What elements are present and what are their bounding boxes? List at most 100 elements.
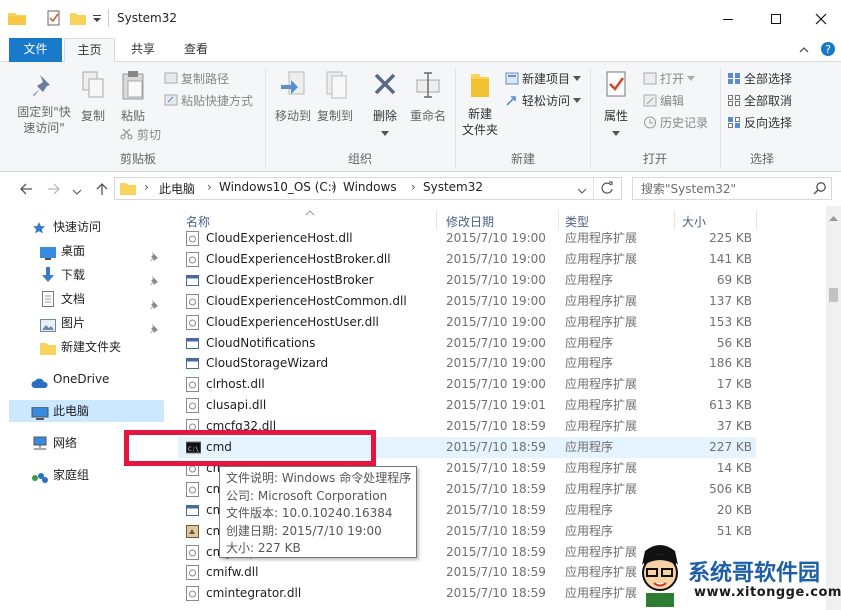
tooltip-company: 公司: Microsoft Corporation (226, 488, 388, 503)
network-icon (31, 436, 49, 451)
file-name: cmintegrator.dll (206, 586, 302, 601)
rename-button[interactable]: 重命名 (406, 70, 450, 124)
search-icon[interactable] (813, 181, 827, 195)
open-button[interactable]: 打开 (643, 70, 696, 87)
tab-share[interactable]: 共享 (118, 38, 168, 62)
address-dropdown-icon[interactable] (577, 184, 587, 194)
pin-icon[interactable] (149, 246, 159, 262)
select-all-button[interactable]: 全部选择 (727, 70, 792, 87)
breadcrumb-windows[interactable]: Windows (343, 180, 397, 194)
tab-file[interactable]: 文件 (9, 38, 62, 62)
nav-label: 下载 (61, 268, 86, 282)
pin-label: 固定到"快速访问" (17, 105, 71, 135)
back-arrow-icon[interactable] (18, 182, 34, 196)
copy-button[interactable]: 复制 (76, 70, 110, 124)
pin-icon[interactable] (149, 294, 159, 310)
dll-file-icon (186, 481, 199, 497)
navigation-pane: 快速访问 桌面 下载 文档 图片 新建文件夹 OneDrive 此电脑 网络 家… (0, 206, 170, 610)
refresh-icon[interactable] (600, 181, 614, 195)
delete-button[interactable]: 删除 (366, 70, 404, 136)
copy-path-button[interactable]: 复制路径 (164, 70, 229, 87)
svg-text:?: ? (825, 43, 831, 56)
scroll-up-icon[interactable] (829, 210, 838, 221)
nav-documents[interactable]: 文档 (0, 288, 164, 310)
pin-icon (31, 72, 57, 100)
file-row[interactable]: clusapi.dll 2015/7/10 19:01 应用程序扩展 613 KB (178, 395, 756, 416)
file-row[interactable]: CloudExperienceHostCommon.dll 2015/7/10 1… (178, 291, 756, 312)
file-row[interactable]: CloudExperienceHostBroker 2015/7/10 19:00… (178, 270, 756, 291)
tab-home[interactable]: 主页 (64, 38, 115, 63)
new-item-button[interactable]: 新建项目 (505, 70, 582, 87)
breadcrumb-separator-icon[interactable]: › (331, 180, 336, 194)
invert-selection-button[interactable]: 反向选择 (727, 114, 792, 131)
properties-dropdown-icon[interactable] (612, 125, 620, 136)
properties-button[interactable]: 属性 (596, 70, 636, 136)
app-file-icon (186, 336, 199, 351)
file-row[interactable]: CloudExperienceHost.dll 2015/7/10 19:00 应用… (178, 228, 756, 249)
minimize-icon[interactable] (718, 10, 738, 28)
file-row[interactable]: clrhost.dll 2015/7/10 19:00 应用程序扩展 17 KB (178, 374, 756, 395)
nav-pictures[interactable]: 图片 (0, 312, 164, 334)
paste-button[interactable]: 粘贴 (114, 70, 152, 124)
breadcrumb-system32[interactable]: System32 (423, 180, 483, 194)
computer-icon (31, 405, 49, 420)
file-row[interactable]: CloudStorageWizard 2015/7/10 19:00 应用程序 186… (178, 353, 756, 374)
paste-shortcut-button[interactable]: 粘贴快捷方式 (164, 92, 253, 109)
easy-access-dropdown-icon[interactable] (573, 93, 582, 103)
breadcrumb-this-pc[interactable]: 此电脑 (159, 180, 195, 197)
breadcrumb-separator-icon[interactable]: › (144, 180, 149, 194)
easy-access-button[interactable]: 轻松访问 (505, 92, 582, 109)
dll-file-icon (186, 293, 199, 309)
copy-to-button[interactable]: 复制到 (314, 70, 356, 124)
breadcrumb-separator-icon[interactable]: › (207, 180, 212, 194)
close-icon[interactable] (811, 10, 831, 28)
watermark-brand: 系统哥软件园 (688, 561, 821, 586)
search-box[interactable]: 搜索"System32" (632, 177, 832, 200)
homegroup-icon (31, 469, 49, 483)
edit-button[interactable]: 编辑 (643, 92, 684, 109)
pin-quick-access-button[interactable]: 固定到"快速访问" (12, 72, 76, 136)
file-row[interactable]: CloudNotifications 2015/7/10 19:00 应用程序 56 … (178, 333, 756, 354)
new-folder-button[interactable]: 新建 文件夹 (458, 70, 502, 138)
new-folder-quick-icon[interactable] (70, 11, 86, 25)
scroll-thumb[interactable] (829, 288, 838, 302)
forward-arrow-icon[interactable] (46, 182, 62, 196)
file-row[interactable]: CloudExperienceHostBroker.dll 2015/7/10 1… (178, 249, 756, 270)
delete-dropdown-icon[interactable] (381, 125, 389, 136)
file-size: 227 KB (709, 440, 752, 454)
search-input[interactable]: 搜索"System32" (641, 180, 736, 197)
collapse-ribbon-icon[interactable] (798, 44, 810, 56)
nav-new-folder[interactable]: 新建文件夹 (0, 336, 164, 358)
nav-this-pc[interactable]: 此电脑 (9, 400, 164, 422)
file-date: 2015/7/10 19:00 (446, 251, 546, 266)
nav-homegroup[interactable]: 家庭组 (0, 464, 164, 486)
help-icon[interactable]: ? (820, 41, 836, 57)
cut-button[interactable]: 剪切 (120, 126, 161, 143)
new-item-dropdown-icon[interactable] (573, 71, 582, 81)
file-row[interactable]: CloudExperienceHostUser.dll 2015/7/10 19:… (178, 312, 756, 333)
open-dropdown-icon[interactable] (687, 71, 696, 81)
pin-icon[interactable] (149, 270, 159, 286)
nav-quick-access[interactable]: 快速访问 (0, 216, 164, 238)
maximize-icon[interactable] (766, 10, 786, 28)
pin-icon[interactable] (149, 318, 159, 334)
breadcrumb-drive[interactable]: Windows10_OS (C:) (219, 180, 337, 194)
properties-quick-icon[interactable] (46, 10, 62, 26)
breadcrumb-separator-icon[interactable]: › (411, 180, 416, 194)
move-to-button[interactable]: 移动到 (272, 70, 314, 124)
address-bar[interactable]: › 此电脑 › Windows10_OS (C:) › Windows › Sy… (114, 177, 622, 200)
recent-locations-icon[interactable] (72, 185, 82, 195)
nav-label: 图片 (61, 316, 86, 330)
quick-access-dropdown-icon[interactable] (92, 13, 102, 23)
nav-onedrive[interactable]: OneDrive (0, 368, 164, 390)
up-arrow-icon[interactable] (94, 181, 110, 197)
file-name: CloudExperienceHostUser.dll (206, 314, 379, 329)
nav-desktop[interactable]: 桌面 (0, 240, 164, 262)
history-button[interactable]: 历史记录 (643, 114, 708, 131)
nav-downloads[interactable]: 下载 (0, 264, 164, 286)
file-type: 应用程序扩展 (565, 544, 638, 559)
select-none-button[interactable]: 全部取消 (727, 92, 792, 109)
file-type: 应用程序扩展 (565, 481, 638, 496)
file-name: clrhost.dll (206, 377, 265, 392)
tab-view[interactable]: 查看 (171, 38, 221, 62)
